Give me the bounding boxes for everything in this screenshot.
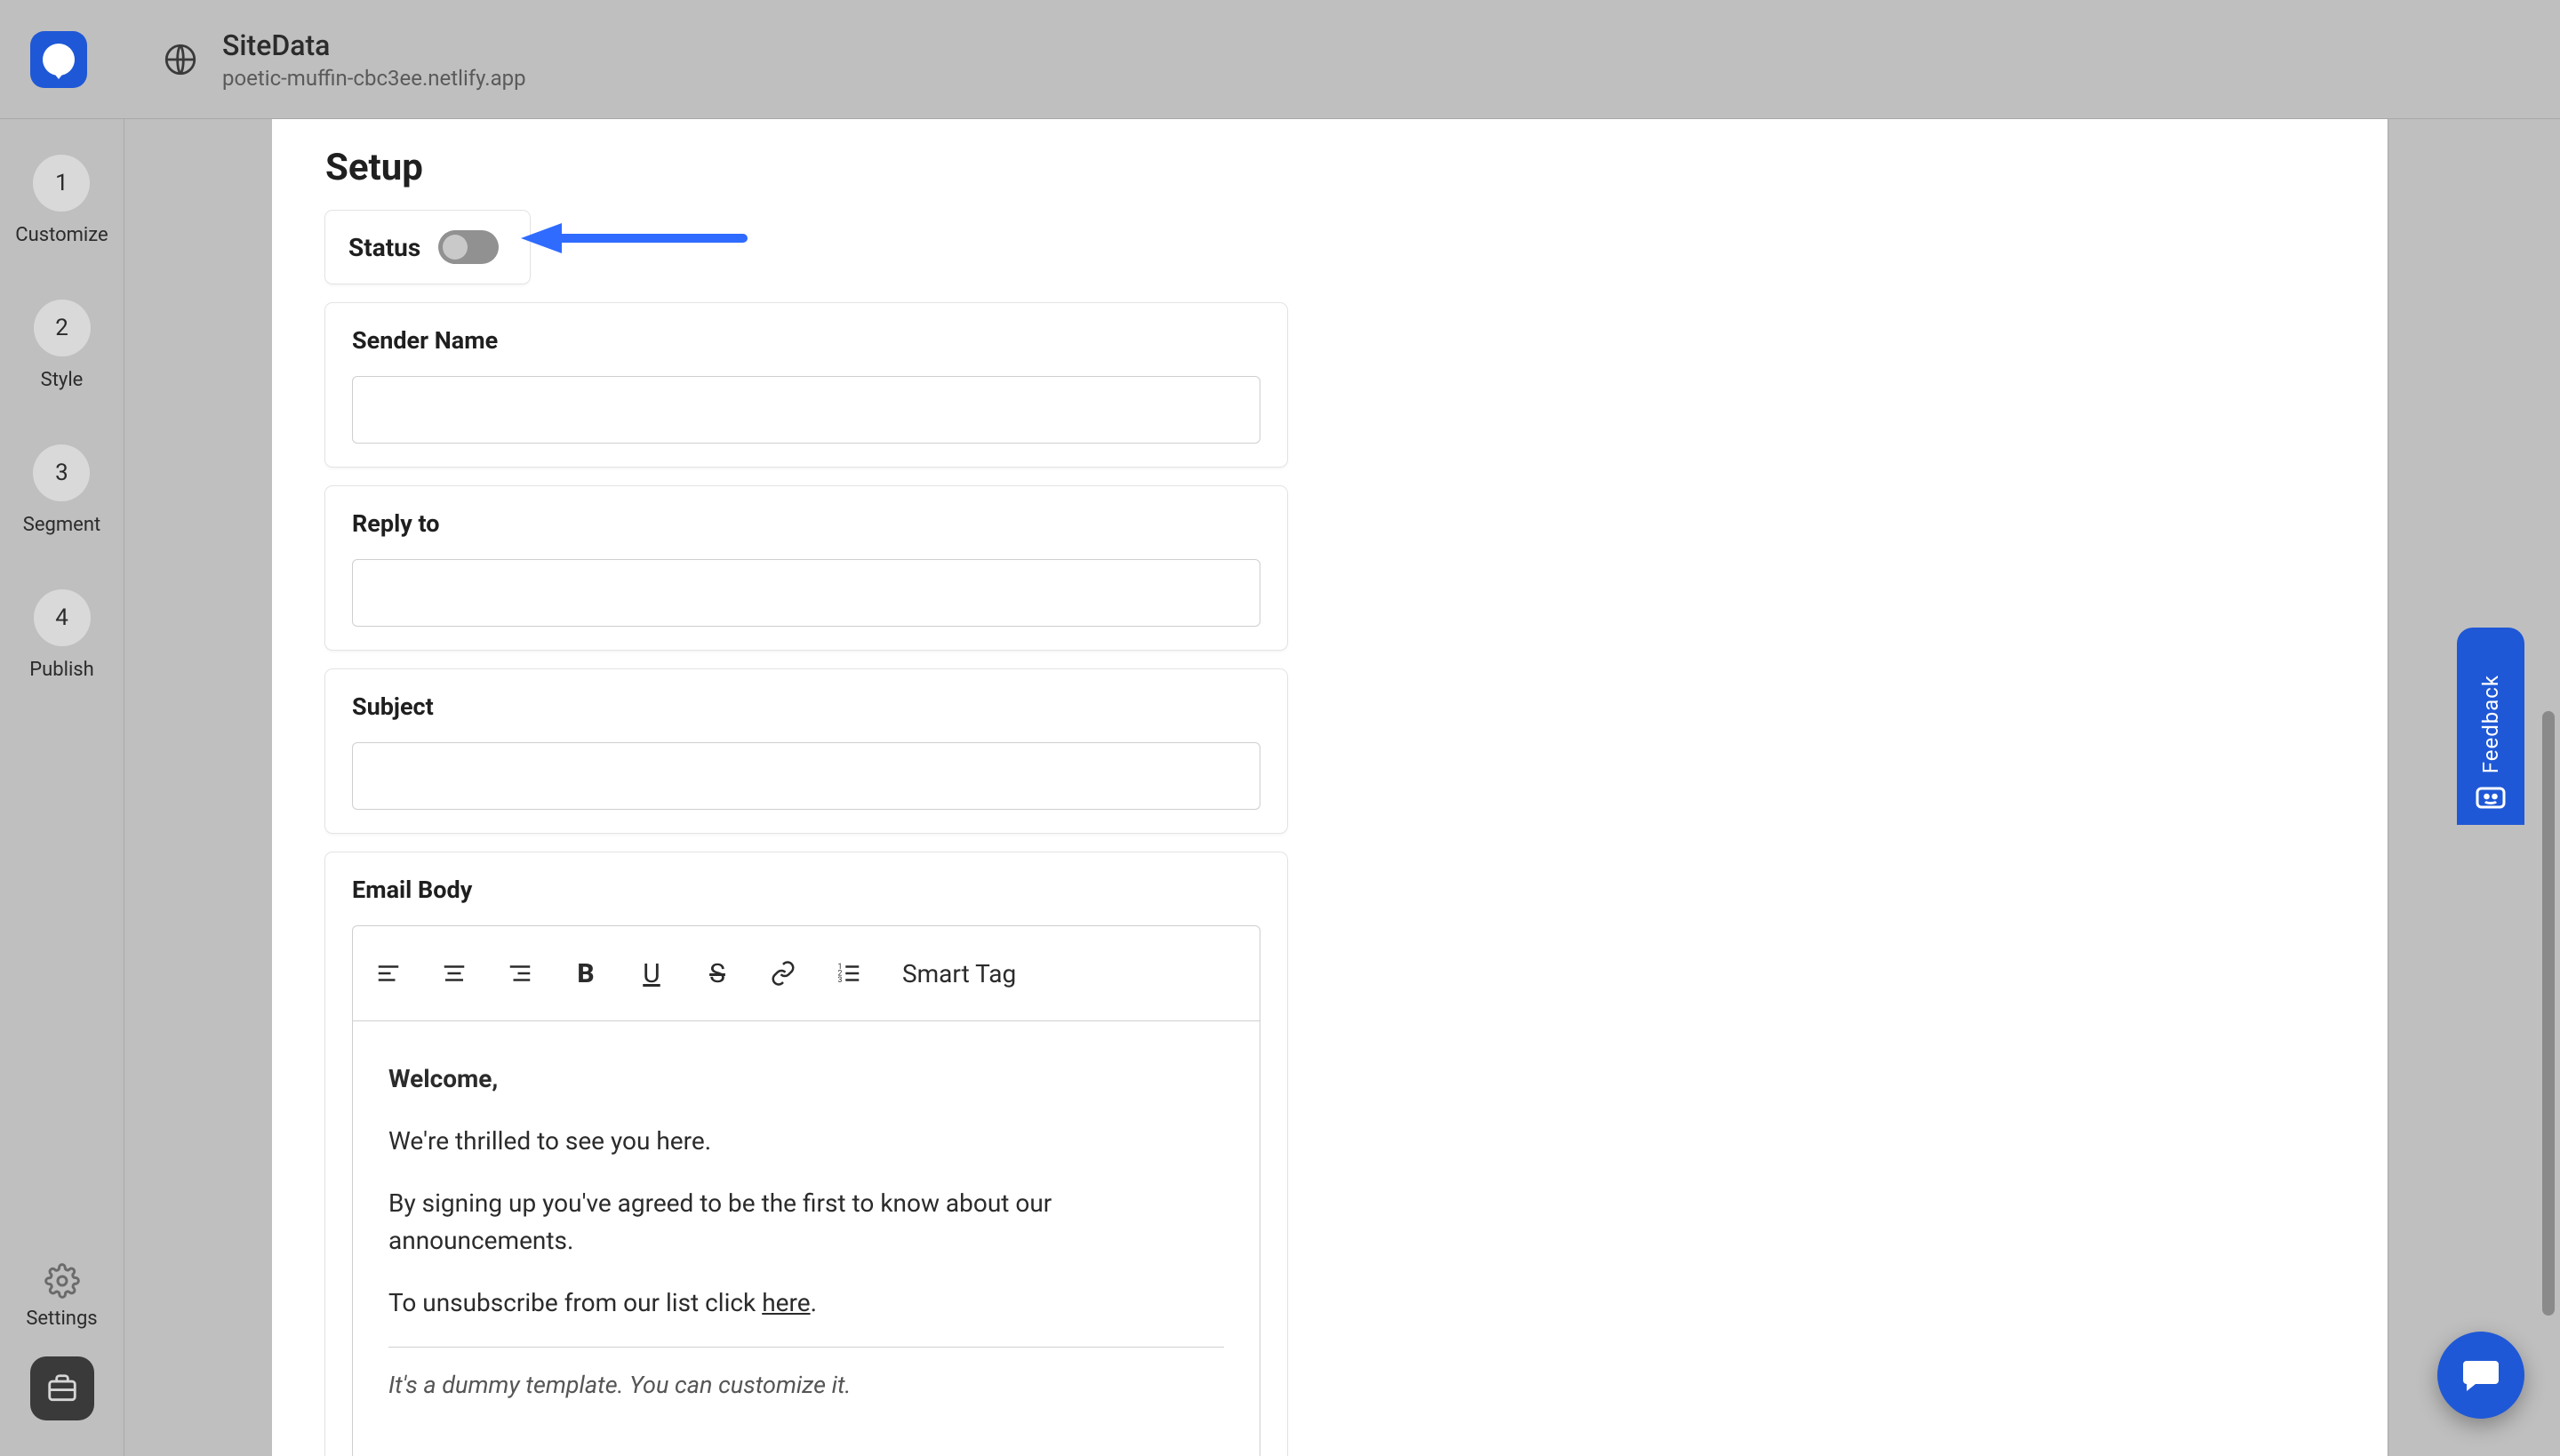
header-text: SiteData poetic-muffin-cbc3ee.netlify.ap… bbox=[222, 28, 526, 91]
strikethrough-icon[interactable]: S bbox=[700, 956, 735, 991]
email-body-card: Email Body B U S 123 bbox=[325, 852, 1287, 1456]
smiley-icon bbox=[2475, 786, 2507, 812]
align-center-icon[interactable] bbox=[436, 956, 472, 991]
chat-icon bbox=[2460, 1354, 2502, 1396]
unsubscribe-link[interactable]: here bbox=[762, 1288, 810, 1317]
scrollbar-track[interactable] bbox=[2530, 142, 2560, 1403]
chat-bubble-icon bbox=[43, 44, 75, 76]
sender-name-card: Sender Name bbox=[325, 303, 1287, 467]
body-unsub-post: . bbox=[811, 1288, 817, 1317]
email-body-editor[interactable]: Welcome, We're thrilled to see you here.… bbox=[352, 1021, 1260, 1456]
align-left-icon[interactable] bbox=[371, 956, 406, 991]
settings-label: Settings bbox=[26, 1308, 97, 1330]
step-style[interactable]: 2 Style bbox=[34, 300, 91, 391]
step-label: Customize bbox=[15, 224, 108, 246]
subject-input[interactable] bbox=[352, 742, 1260, 810]
scrollbar-thumb[interactable] bbox=[2542, 711, 2555, 1316]
setup-heading: Setup bbox=[325, 146, 1303, 189]
gear-icon bbox=[44, 1263, 80, 1299]
svg-text:3: 3 bbox=[838, 976, 843, 985]
reply-to-input[interactable] bbox=[352, 559, 1260, 627]
chat-launcher[interactable] bbox=[2437, 1332, 2524, 1419]
step-number: 1 bbox=[33, 155, 90, 212]
subject-label: Subject bbox=[352, 692, 1260, 721]
app-logo[interactable] bbox=[30, 31, 87, 88]
body-note: It's a dummy template. You can customize… bbox=[388, 1367, 1224, 1404]
app-header: SiteData poetic-muffin-cbc3ee.netlify.ap… bbox=[0, 0, 2560, 119]
feedback-label: Feedback bbox=[2478, 675, 2503, 773]
feedback-tab[interactable]: Feedback bbox=[2457, 628, 2524, 825]
sender-name-label: Sender Name bbox=[352, 326, 1260, 355]
step-number: 4 bbox=[34, 589, 91, 646]
step-number: 2 bbox=[34, 300, 91, 356]
site-title: SiteData bbox=[222, 28, 526, 62]
status-label: Status bbox=[348, 233, 420, 262]
step-segment[interactable]: 3 Segment bbox=[23, 444, 100, 536]
globe-icon[interactable] bbox=[162, 41, 199, 78]
step-publish[interactable]: 4 Publish bbox=[29, 589, 94, 681]
email-body-label: Email Body bbox=[352, 876, 1260, 904]
reply-to-card: Reply to bbox=[325, 486, 1287, 650]
status-toggle[interactable] bbox=[438, 230, 499, 264]
reply-to-label: Reply to bbox=[352, 509, 1260, 538]
site-domain: poetic-muffin-cbc3ee.netlify.app bbox=[222, 66, 526, 91]
link-icon[interactable] bbox=[765, 956, 801, 991]
briefcase-button[interactable] bbox=[30, 1356, 94, 1420]
body-unsub-pre: To unsubscribe from our list click bbox=[388, 1288, 762, 1317]
left-rail: 1 Customize 2 Style 3 Segment 4 Publish … bbox=[0, 119, 124, 1456]
step-label: Segment bbox=[23, 514, 100, 536]
content-panel: Setup Status Sender Name Reply to Subjec… bbox=[272, 119, 2388, 1456]
body-line-2: By signing up you've agreed to be the fi… bbox=[388, 1185, 1224, 1260]
body-line-1: We're thrilled to see you here. bbox=[388, 1123, 1224, 1160]
underline-icon[interactable]: U bbox=[634, 956, 669, 991]
align-right-icon[interactable] bbox=[502, 956, 538, 991]
body-welcome: Welcome, bbox=[388, 1060, 1224, 1098]
briefcase-icon bbox=[45, 1372, 79, 1405]
subject-card: Subject bbox=[325, 669, 1287, 833]
status-card: Status bbox=[325, 211, 530, 284]
step-number: 3 bbox=[33, 444, 90, 501]
bold-icon[interactable]: B bbox=[568, 956, 604, 991]
editor-toolbar: B U S 123 Smart Tag bbox=[352, 925, 1260, 1021]
step-label: Publish bbox=[29, 659, 94, 681]
body-divider bbox=[388, 1347, 1224, 1348]
setup-column: Setup Status Sender Name Reply to Subjec… bbox=[272, 119, 1303, 1456]
smart-tag-button[interactable]: Smart Tag bbox=[902, 959, 1016, 988]
step-customize[interactable]: 1 Customize bbox=[15, 155, 108, 246]
sender-name-input[interactable] bbox=[352, 376, 1260, 444]
settings-nav[interactable]: Settings bbox=[26, 1263, 97, 1330]
step-label: Style bbox=[41, 369, 84, 391]
ordered-list-icon[interactable]: 123 bbox=[831, 956, 867, 991]
body-line-3: To unsubscribe from our list click here. bbox=[388, 1284, 1224, 1322]
